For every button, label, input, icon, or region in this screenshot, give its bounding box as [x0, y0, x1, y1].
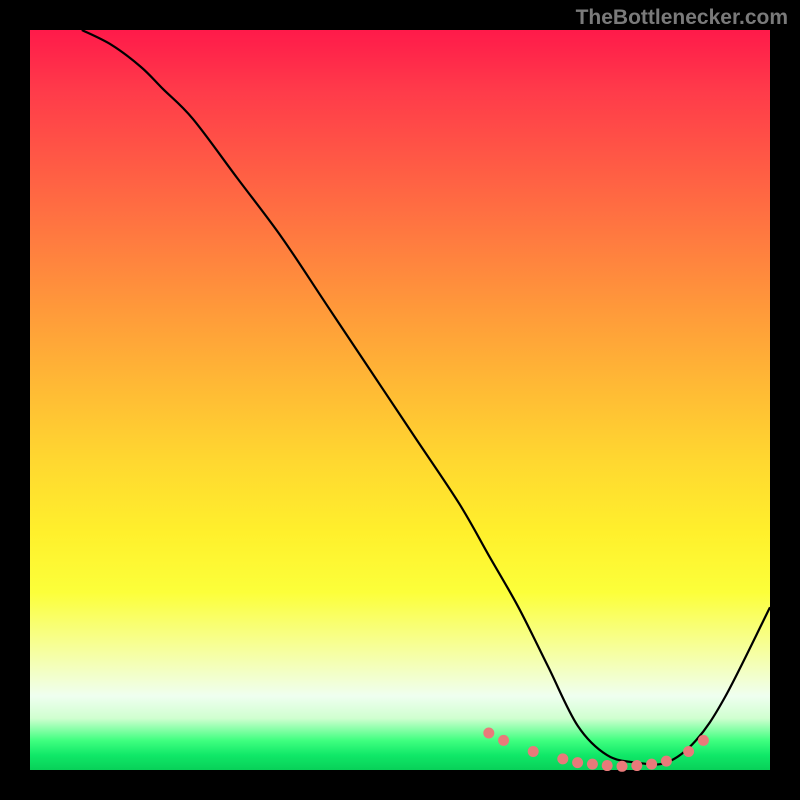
bottleneck-curve: [82, 30, 770, 765]
optimal-marker: [557, 753, 568, 764]
optimal-marker: [602, 760, 613, 771]
optimal-marker: [683, 746, 694, 757]
chart-svg: [30, 30, 770, 770]
optimal-marker: [631, 760, 642, 771]
optimal-zone-markers: [483, 728, 709, 772]
optimal-marker: [498, 735, 509, 746]
optimal-marker: [617, 761, 628, 772]
attribution-text: TheBottlenecker.com: [576, 6, 788, 30]
chart-plot-area: [30, 30, 770, 770]
optimal-marker: [528, 746, 539, 757]
optimal-marker: [572, 757, 583, 768]
optimal-marker: [483, 728, 494, 739]
optimal-marker: [646, 759, 657, 770]
optimal-marker: [587, 759, 598, 770]
optimal-marker: [698, 735, 709, 746]
optimal-marker: [661, 756, 672, 767]
